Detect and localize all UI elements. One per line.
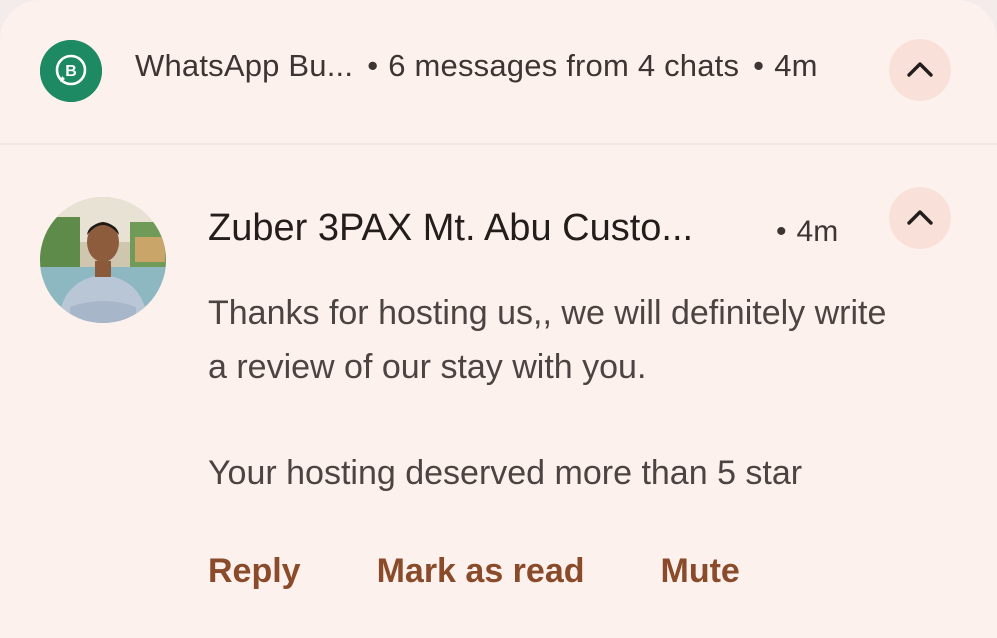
notification-actions: Reply Mark as read Mute bbox=[208, 552, 740, 591]
app-name: WhatsApp Bu... bbox=[135, 48, 354, 83]
message-line-1: Thanks for hosting us,, we will definite… bbox=[208, 294, 887, 386]
message-body: Thanks for hosting us,, we will definite… bbox=[208, 286, 888, 500]
mute-button[interactable]: Mute bbox=[661, 552, 740, 591]
sender-name: Zuber 3PAX Mt. Abu Custo... bbox=[208, 207, 694, 249]
chevron-up-icon bbox=[907, 210, 933, 225]
reply-button[interactable]: Reply bbox=[208, 552, 301, 591]
message-time-value: 4m bbox=[796, 215, 839, 248]
header-divider bbox=[0, 143, 997, 145]
notification-header[interactable]: B WhatsApp Bu... • 6 messages from 4 chats… bbox=[0, 0, 997, 143]
message-line-2: Your hosting deserved more than 5 star bbox=[208, 454, 803, 492]
header-time: 4m bbox=[774, 48, 818, 83]
chevron-up-icon bbox=[907, 62, 933, 77]
time-separator: • bbox=[776, 215, 787, 248]
notification-card[interactable]: B WhatsApp Bu... • 6 messages from 4 chats… bbox=[0, 0, 997, 638]
header-separator: • bbox=[367, 48, 379, 83]
message-time: • 4m bbox=[776, 215, 838, 249]
collapse-message-button[interactable] bbox=[889, 187, 951, 249]
header-separator-2: • bbox=[753, 48, 765, 83]
whatsapp-business-icon: B bbox=[40, 40, 102, 102]
header-text: WhatsApp Bu... • 6 messages from 4 chats • 4… bbox=[135, 48, 818, 84]
header-summary: 6 messages from 4 chats bbox=[388, 48, 740, 83]
avatar bbox=[40, 197, 166, 323]
mark-as-read-button[interactable]: Mark as read bbox=[377, 552, 585, 591]
collapse-group-button[interactable] bbox=[889, 39, 951, 101]
app-icon-letter: B bbox=[65, 63, 77, 80]
